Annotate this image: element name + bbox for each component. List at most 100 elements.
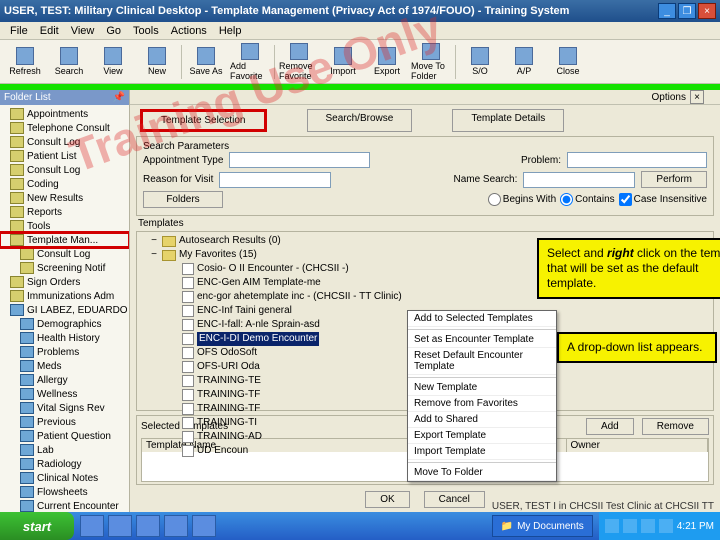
- menu-edit[interactable]: Edit: [34, 23, 65, 39]
- cancel-button[interactable]: Cancel: [424, 491, 485, 508]
- sidebar-item[interactable]: Current Encounter: [0, 499, 129, 512]
- quicklaunch-item[interactable]: [80, 515, 104, 537]
- toolbar-view[interactable]: View: [92, 42, 134, 82]
- case-insensitive-check[interactable]: Case Insensitive: [619, 193, 707, 206]
- sidebar-item[interactable]: Consult Log: [0, 163, 129, 177]
- toolbar-s/o[interactable]: S/O: [459, 42, 501, 82]
- context-menu-item[interactable]: Import Template: [408, 444, 556, 460]
- tree-node[interactable]: TRAINING-AD: [141, 430, 402, 444]
- sidebar-item[interactable]: Patient List: [0, 149, 129, 163]
- sidebar-item[interactable]: Consult Log: [0, 247, 129, 261]
- options-button[interactable]: Options: [652, 92, 686, 103]
- start-button[interactable]: start: [0, 512, 74, 540]
- tree-node[interactable]: TRAINING-TI: [141, 416, 402, 430]
- context-menu-item[interactable]: Remove from Favorites: [408, 396, 556, 412]
- contains-radio[interactable]: Contains: [560, 193, 614, 206]
- folders-button[interactable]: Folders: [143, 191, 223, 208]
- sidebar-item[interactable]: Lab: [0, 443, 129, 457]
- sidebar-item[interactable]: Coding: [0, 177, 129, 191]
- tray-icon[interactable]: [659, 519, 673, 533]
- quicklaunch-item[interactable]: [192, 515, 216, 537]
- sidebar-item[interactable]: Wellness: [0, 387, 129, 401]
- sidebar-item[interactable]: Telephone Consult: [0, 121, 129, 135]
- taskbar-mydocs[interactable]: 📁 My Documents: [492, 515, 593, 537]
- quicklaunch-item[interactable]: [164, 515, 188, 537]
- sidebar-item[interactable]: Flowsheets: [0, 485, 129, 499]
- maximize-button[interactable]: ❐: [678, 3, 696, 19]
- appointment-type-field[interactable]: [229, 152, 370, 168]
- problem-field[interactable]: [567, 152, 707, 168]
- remove-button[interactable]: Remove: [642, 418, 709, 435]
- toolbar-move-to-folder[interactable]: Move To Folder: [410, 42, 452, 82]
- sidebar-item[interactable]: GI LABEZ, EDUARDO: [0, 303, 129, 317]
- sidebar-item[interactable]: Appointments: [0, 107, 129, 121]
- toolbar-remove-favorite[interactable]: Remove Favorite: [278, 42, 320, 82]
- tray-icon[interactable]: [605, 519, 619, 533]
- sidebar-item[interactable]: Screening Notif: [0, 261, 129, 275]
- name-search-field[interactable]: [523, 172, 635, 188]
- toolbar-refresh[interactable]: Refresh: [4, 42, 46, 82]
- context-menu-item[interactable]: Reset Default Encounter Template: [408, 348, 556, 375]
- close-button[interactable]: ×: [698, 3, 716, 19]
- tree-node[interactable]: −My Favorites (15): [141, 248, 402, 262]
- perform-button[interactable]: Perform: [641, 171, 707, 188]
- sidebar-item[interactable]: Allergy: [0, 373, 129, 387]
- tab-template-selection[interactable]: Template Selection: [140, 109, 267, 132]
- tray-icon[interactable]: [641, 519, 655, 533]
- toolbar-add-favorite[interactable]: Add Favorite: [229, 42, 271, 82]
- begins-with-radio[interactable]: Begins With: [488, 193, 556, 206]
- tree-node[interactable]: enc-gor ahetemplate inc - (CHCSII - TT C…: [141, 290, 402, 304]
- tree-node[interactable]: OFS-URI Oda: [141, 360, 402, 374]
- sidebar-item[interactable]: Health History: [0, 331, 129, 345]
- sidebar-item[interactable]: Tools: [0, 219, 129, 233]
- menu-tools[interactable]: Tools: [127, 23, 165, 39]
- tree-node[interactable]: UD Encoun: [141, 444, 402, 458]
- sidebar-item[interactable]: Radiology: [0, 457, 129, 471]
- add-button[interactable]: Add: [586, 418, 634, 435]
- context-menu-item[interactable]: Export Template: [408, 428, 556, 444]
- sidebar-item[interactable]: Consult Log: [0, 135, 129, 149]
- toolbar-export[interactable]: Export: [366, 42, 408, 82]
- sidebar-item[interactable]: Patient Question: [0, 429, 129, 443]
- col-owner[interactable]: Owner: [567, 439, 709, 452]
- sidebar-item[interactable]: Meds: [0, 359, 129, 373]
- context-menu-item[interactable]: Move To Folder: [408, 465, 556, 481]
- menu-view[interactable]: View: [65, 23, 101, 39]
- pushpin-icon[interactable]: 📌: [113, 92, 125, 103]
- context-menu-item[interactable]: Add to Shared: [408, 412, 556, 428]
- toolbar-a/p[interactable]: A/P: [503, 42, 545, 82]
- tree-node[interactable]: ENC-Inf Taini general: [141, 304, 402, 318]
- toolbar-save-as[interactable]: Save As: [185, 42, 227, 82]
- sidebar-item[interactable]: Clinical Notes: [0, 471, 129, 485]
- tree-node[interactable]: Cosio- O II Encounter - (CHCSII -): [141, 262, 402, 276]
- menu-actions[interactable]: Actions: [165, 23, 213, 39]
- quicklaunch-item[interactable]: [136, 515, 160, 537]
- tree-node[interactable]: OFS OdoSoft: [141, 346, 402, 360]
- toolbar-new[interactable]: New: [136, 42, 178, 82]
- tree-node[interactable]: ENC-Gen AIM Template-me: [141, 276, 402, 290]
- ok-button[interactable]: OK: [365, 491, 409, 508]
- tray-icon[interactable]: [623, 519, 637, 533]
- context-menu-item[interactable]: Set as Encounter Template: [408, 332, 556, 348]
- sidebar-item[interactable]: Vital Signs Rev: [0, 401, 129, 415]
- toolbar-close[interactable]: Close: [547, 42, 589, 82]
- menu-help[interactable]: Help: [213, 23, 248, 39]
- sidebar-item[interactable]: Sign Orders: [0, 275, 129, 289]
- tree-node[interactable]: ENC-I-DI Demo Encounter: [141, 332, 402, 346]
- tree-node[interactable]: ENC-I-fall: A-nle Sprain-asd: [141, 318, 402, 332]
- sidebar-item[interactable]: New Results: [0, 191, 129, 205]
- sidebar-item[interactable]: Demographics: [0, 317, 129, 331]
- tree-node[interactable]: TRAINING-TF: [141, 388, 402, 402]
- sidebar-item[interactable]: Previous: [0, 415, 129, 429]
- sidebar-item[interactable]: Reports: [0, 205, 129, 219]
- templates-tree[interactable]: −Autosearch Results (0)−My Favorites (15…: [141, 234, 402, 408]
- tab-search-browse[interactable]: Search/Browse: [307, 109, 413, 132]
- tree-node[interactable]: TRAINING-TF: [141, 402, 402, 416]
- minimize-button[interactable]: _: [658, 3, 676, 19]
- toolbar-search[interactable]: Search: [48, 42, 90, 82]
- tab-template-details[interactable]: Template Details: [452, 109, 564, 132]
- reason-field[interactable]: [219, 172, 331, 188]
- menu-file[interactable]: File: [4, 23, 34, 39]
- quicklaunch-item[interactable]: [108, 515, 132, 537]
- sidebar-item[interactable]: Problems: [0, 345, 129, 359]
